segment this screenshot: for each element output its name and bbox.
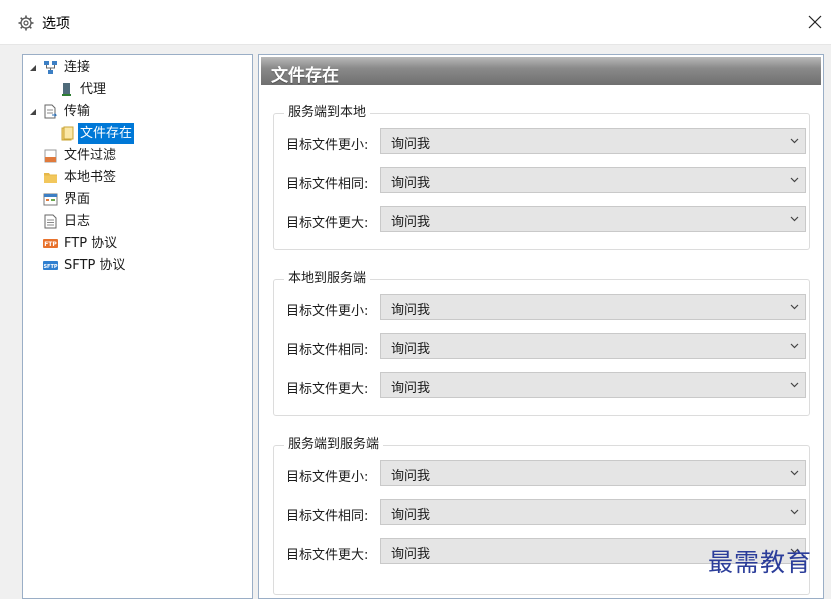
tree-item-label: FTP 协议 [64,236,118,251]
row-label: 目标文件相同: [286,343,369,358]
chevron-down-icon [790,138,799,144]
row-label: 目标文件更小: [286,138,369,153]
row-label: 目标文件更大: [286,548,369,563]
row-label: 目标文件相同: [286,509,369,524]
dropdown-value: 询问我 [391,342,431,357]
title-bar: 选项 [0,0,831,45]
tree-item-label: SFTP 协议 [64,258,126,273]
settings-panel: 文件存在 服务端到本地 目标文件更小: 询问我 目标文件相同: 询问我 目标文件… [258,54,824,599]
svg-text:SFTP: SFTP [43,264,57,270]
row-label: 目标文件更小: [286,304,369,319]
dropdown-value: 询问我 [391,303,431,318]
group-title: 服务端到服务端 [284,437,384,453]
interface-icon [43,193,58,206]
tree-item-file-filter[interactable]: 文件过滤 [27,145,247,166]
target-smaller-dropdown[interactable]: 询问我 [380,128,806,154]
target-smaller-dropdown[interactable]: 询问我 [380,294,806,320]
tree-item-label: 本地书签 [64,170,117,185]
tree-item-sftp[interactable]: SFTP SFTP 协议 [27,255,247,276]
tree-item-proxy[interactable]: 代理 [27,79,247,100]
log-icon [44,214,57,229]
dropdown-value: 询问我 [391,508,431,523]
panel-title: 文件存在 [271,66,339,86]
group-title: 服务端到本地 [284,105,371,121]
tree-item-log[interactable]: 日志 [27,211,247,232]
tree-item-ftp[interactable]: FTP FTP 协议 [27,233,247,254]
tree-item-label: 界面 [64,192,91,207]
tree-item-local-bookmarks[interactable]: 本地书签 [27,167,247,188]
transfer-icon [44,104,58,119]
tree-item-label: 代理 [80,82,107,97]
dropdown-value: 询问我 [391,215,431,230]
chevron-down-icon [790,382,799,388]
dropdown-value: 询问我 [391,381,431,396]
tree-item-label: 文件过滤 [64,148,117,163]
tree-item-connection[interactable]: 连接 [27,57,247,78]
group-server-to-local: 服务端到本地 目标文件更小: 询问我 目标文件相同: 询问我 目标文件更大: 询… [273,105,810,250]
file-exists-icon [61,126,74,141]
target-same-dropdown[interactable]: 询问我 [380,333,806,359]
tree-item-interface[interactable]: 界面 [27,189,247,210]
close-icon[interactable] [806,13,824,31]
dropdown-value: 询问我 [391,547,431,562]
target-same-dropdown[interactable]: 询问我 [380,499,806,525]
gear-icon [18,15,34,31]
target-larger-dropdown[interactable]: 询问我 [380,372,806,398]
panel-header: 文件存在 [261,57,821,86]
folder-icon [44,173,57,183]
expand-triangle-icon[interactable] [29,64,37,72]
tree-item-transfer[interactable]: 传输 [27,101,247,122]
row-label: 目标文件更大: [286,382,369,397]
ftp-icon: FTP [43,239,58,248]
chevron-down-icon [790,216,799,222]
dropdown-value: 询问我 [391,176,431,191]
chevron-down-icon [790,177,799,183]
expand-triangle-icon[interactable] [29,108,37,116]
chevron-down-icon [790,343,799,349]
svg-text:FTP: FTP [44,241,57,248]
dropdown-value: 询问我 [391,137,431,152]
sftp-icon: SFTP [43,261,58,270]
chevron-down-icon [790,304,799,310]
network-icon [44,61,57,74]
row-label: 目标文件更大: [286,216,369,231]
proxy-icon [62,83,71,96]
tree-item-label: 文件存在 [78,123,135,144]
tree-item-label: 日志 [64,214,91,229]
file-filter-icon [44,149,57,163]
chevron-down-icon [790,470,799,476]
tree-item-file-exists[interactable]: 文件存在 [27,123,247,144]
window-title: 选项 [42,16,70,32]
target-smaller-dropdown[interactable]: 询问我 [380,460,806,486]
options-tree: 连接 代理 传输 文件存在 文件过滤 本地书签 界面 日志 FTP FTP 协议… [22,54,253,599]
row-label: 目标文件相同: [286,177,369,192]
watermark-text: 最需教育 [708,548,813,577]
tree-item-label: 传输 [64,104,91,119]
target-same-dropdown[interactable]: 询问我 [380,167,806,193]
chevron-down-icon [790,509,799,515]
group-title: 本地到服务端 [284,271,371,287]
group-local-to-server: 本地到服务端 目标文件更小: 询问我 目标文件相同: 询问我 目标文件更大: 询… [273,271,810,416]
row-label: 目标文件更小: [286,470,369,485]
dropdown-value: 询问我 [391,469,431,484]
tree-item-label: 连接 [64,60,91,75]
target-larger-dropdown[interactable]: 询问我 [380,206,806,232]
